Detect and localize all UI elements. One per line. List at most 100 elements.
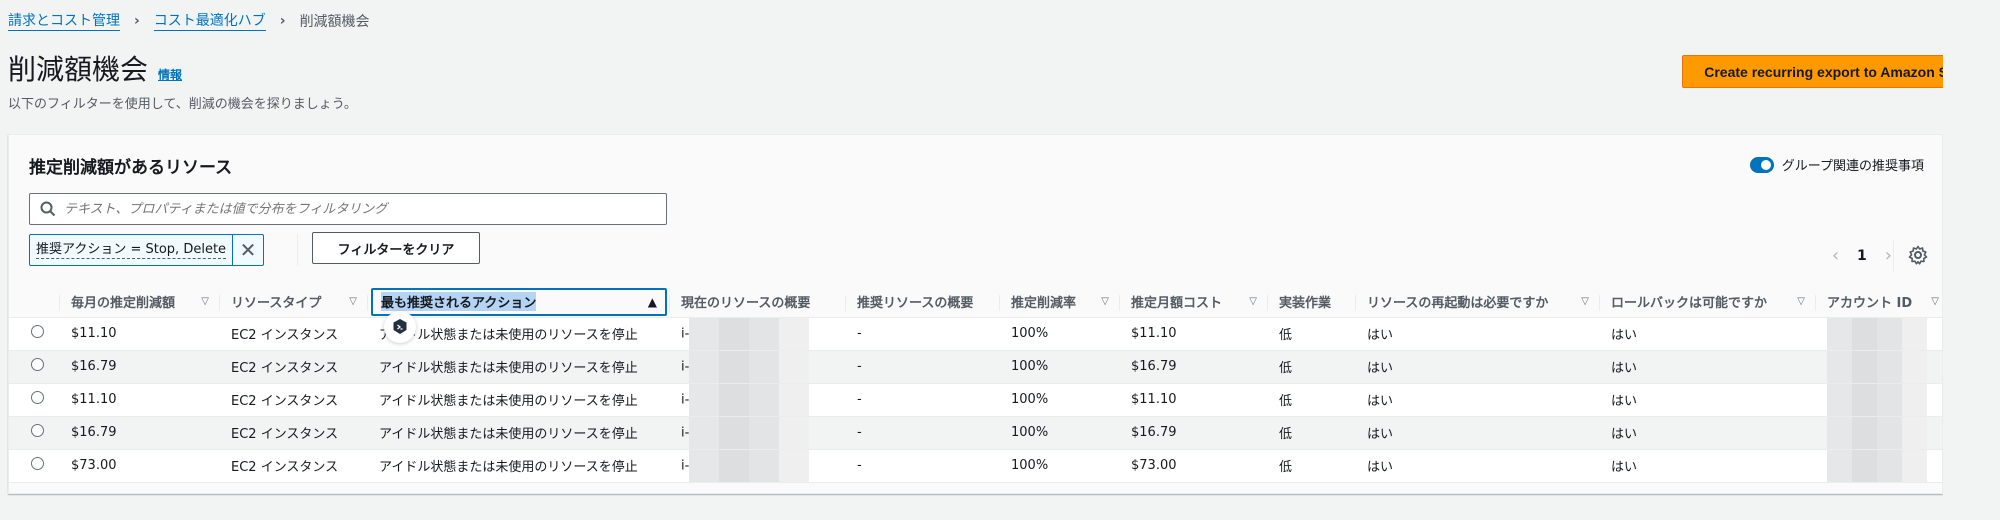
breadcrumb-cost-optimization-hub[interactable]: コスト最適化ハブ [153,12,266,31]
cell-recommended: - [845,383,999,417]
assistant-icon [393,319,407,334]
column-header[interactable]: 推定月額コスト ▽ [1119,287,1267,318]
column-label: アカウント ID [1827,296,1913,312]
divider [297,234,298,266]
sort-down-icon: ▽ [1581,296,1589,308]
table-row[interactable]: $11.10 EC2 インスタンス アイドル状態または未使用のリソースを停止 i- - 1… [9,383,1942,417]
divider [1893,241,1894,271]
cell-value: 100% [1011,458,1049,473]
column-header[interactable]: 現在のリソースの概要 [669,287,845,318]
cell-value: EC2 インスタンス [231,460,339,475]
row-radio[interactable] [31,457,44,470]
page-number[interactable]: 1 [1857,248,1867,264]
cell-rate: 100% [999,383,1119,417]
redacted-value [1827,383,1927,415]
search-input[interactable] [64,201,644,217]
filter-search[interactable] [29,193,667,225]
cell-savings: $73.00 [59,449,219,483]
redacted-value [689,449,810,481]
table-row[interactable]: $73.00 EC2 インスタンス アイドル状態または未使用のリソースを停止 i- - 1… [9,449,1942,483]
table-row[interactable]: $16.79 EC2 インスタンス アイドル状態または未使用のリソースを停止 i- - 1… [9,350,1942,384]
breadcrumb-billing[interactable]: 請求とコスト管理 [8,12,120,31]
toggle-switch[interactable] [1749,156,1774,173]
cell-value: アイドル状態または未使用のリソースを停止 [379,328,638,343]
cell-value: $16.79 [1131,359,1177,374]
column-label: 推奨リソースの概要 [857,296,974,312]
cell-action: アイドル状態または未使用のリソースを停止 [367,350,669,384]
group-recommendations-toggle[interactable]: グループ関連の推奨事項 [1749,155,1924,174]
cell-current: i- [669,383,845,417]
cell-cost: $11.10 [1119,383,1267,417]
cell-type: EC2 インスタンス [219,350,367,384]
gear-icon[interactable] [1908,245,1928,265]
column-header[interactable]: アカウント ID ▽ [1815,287,1942,318]
cell-value: $16.79 [1131,425,1177,440]
column-header[interactable]: 実装作業 [1267,287,1355,318]
row-radio[interactable] [31,325,44,338]
create-export-button[interactable]: Create recurring export to Amazon S3 [1682,55,1978,88]
cell-rate: 100% [999,449,1119,483]
redacted-value [689,416,810,448]
cell-value: 低 [1279,427,1293,442]
redacted-value [689,317,810,349]
toggle-label: グループ関連の推奨事項 [1781,159,1924,174]
cell-action: アイドル状態または未使用のリソースを停止 [367,416,669,450]
row-radio[interactable] [31,424,44,437]
row-radio[interactable] [31,391,44,404]
cell-savings: $11.10 [59,383,219,417]
cell-rate: 100% [999,416,1119,450]
sort-down-icon: ▽ [349,296,357,308]
chevron-right-icon: › [134,13,140,29]
resources-panel: 推定削減額があるリソース グループ関連の推奨事項 推奨アクション = Stop,… [8,134,1943,494]
filter-token-label-wrap: 推奨アクション = Stop, Delete [30,235,234,265]
sort-down-icon: ▽ [201,296,209,308]
filter-token-label[interactable]: 推奨アクション = Stop, Delete [36,242,227,259]
chevron-left-icon[interactable]: ‹ [1832,245,1839,266]
filter-token[interactable]: 推奨アクション = Stop, Delete ✕ [29,234,265,266]
page-gutter [1943,0,2000,520]
clear-filters-button[interactable]: フィルターをクリア [312,232,480,264]
cell-value: はい [1367,361,1394,376]
column-header[interactable]: ロールバックは可能ですか ▽ [1599,287,1815,318]
row-select-cell [9,350,59,384]
recommendations-table: 毎月の推定削減額 ▽ リソースタイプ ▽ 最も推奨されるアクション ▲ 現在のリソース… [9,287,1942,483]
cell-value: $11.10 [71,392,117,407]
cell-value: - [857,458,862,473]
close-icon[interactable]: ✕ [233,235,263,265]
table-row[interactable]: $11.10 EC2 インスタンス アイドル状態または未使用のリソースを停止 i- - 1… [9,317,1942,351]
row-radio[interactable] [31,358,44,371]
table-row[interactable]: $16.79 EC2 インスタンス アイドル状態または未使用のリソースを停止 i- - 1… [9,416,1942,450]
column-header[interactable]: 推定削減率 ▽ [999,287,1119,318]
cell-value: 低 [1279,328,1293,343]
cell-value: 100% [1011,425,1049,440]
cell-current: i- [669,449,845,483]
column-label: 毎月の推定削減額 [71,296,176,312]
cell-current: i- [669,350,845,384]
cell-value: $73.00 [71,458,117,473]
cell-effort: 低 [1267,317,1355,351]
cell-value: EC2 インスタンス [231,361,339,376]
cell-value: はい [1367,427,1394,442]
cell-account [1815,350,1942,384]
column-header[interactable]: 推奨リソースの概要 [845,287,999,318]
column-header[interactable]: リソースの再起動は必要ですか ▽ [1355,287,1599,318]
cell-value: はい [1367,394,1394,409]
cell-restart: はい [1355,350,1599,384]
assistant-badge[interactable] [384,311,416,343]
cell-value: EC2 インスタンス [231,427,339,442]
cell-value: 低 [1279,460,1293,475]
column-header-active[interactable]: 最も推奨されるアクション ▲ [367,287,669,318]
redacted-value [1827,317,1927,349]
cell-current: i- [669,416,845,450]
info-link[interactable]: 情報 [158,66,182,83]
page-header: 削減額機会 情報 [8,48,182,88]
chevron-right-icon[interactable]: › [1885,245,1892,266]
column-header[interactable]: 毎月の推定削減額 ▽ [59,287,219,318]
cell-value: EC2 インスタンス [231,328,339,343]
cell-value: アイドル状態または未使用のリソースを停止 [379,361,638,376]
cell-value: i- [681,425,690,440]
column-label: リソースの再起動は必要ですか [1367,296,1549,312]
column-header[interactable]: リソースタイプ ▽ [219,287,367,318]
cell-value: i- [681,326,690,341]
redacted-value [1827,449,1927,481]
